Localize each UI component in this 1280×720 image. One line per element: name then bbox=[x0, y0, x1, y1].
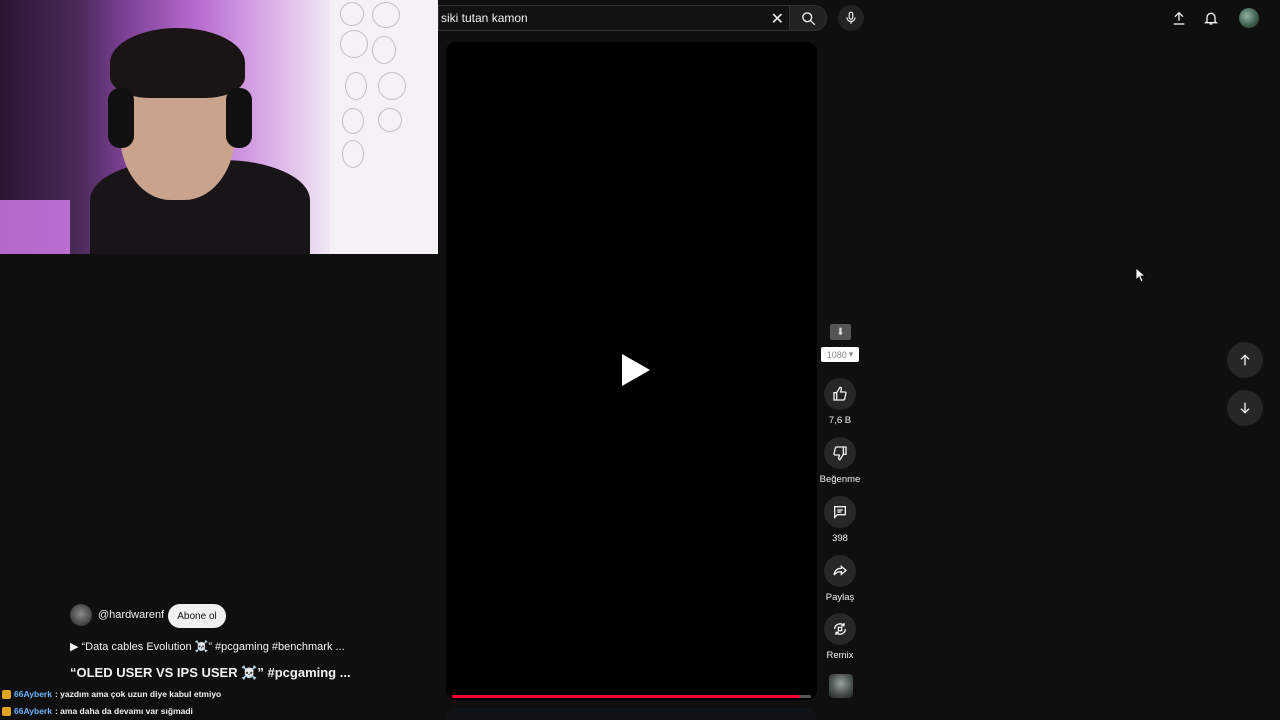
wall-sketch bbox=[372, 2, 400, 28]
previous-short-button[interactable] bbox=[1227, 342, 1263, 378]
dislike-circle[interactable] bbox=[824, 437, 856, 469]
thumbs-down-icon bbox=[833, 446, 847, 461]
quality-label: 1080 bbox=[826, 349, 847, 360]
arrow-down-icon bbox=[1240, 402, 1250, 414]
like-button[interactable]: 7,6 B bbox=[810, 378, 870, 426]
voice-search-button[interactable] bbox=[838, 5, 864, 31]
download-icon: ⬇ bbox=[836, 326, 845, 338]
wall-sketch bbox=[378, 108, 402, 132]
channel-avatar[interactable] bbox=[70, 604, 92, 626]
like-circle[interactable] bbox=[824, 378, 856, 410]
wall-sketch bbox=[345, 72, 367, 100]
wall-sketch bbox=[378, 72, 406, 100]
progress-bar[interactable] bbox=[452, 695, 811, 698]
microphone-icon bbox=[846, 11, 856, 24]
wall-sketch bbox=[340, 30, 368, 58]
upload-icon bbox=[1173, 11, 1185, 25]
search-input[interactable] bbox=[439, 10, 763, 26]
dislike-label: Beğenme bbox=[819, 474, 861, 485]
wall-sketch bbox=[340, 2, 364, 26]
comment-count: 398 bbox=[832, 533, 848, 544]
chat-badge-icon bbox=[2, 706, 11, 716]
mouse-cursor-icon bbox=[1136, 268, 1146, 283]
next-short-preview[interactable] bbox=[446, 708, 817, 720]
led-light bbox=[0, 200, 70, 254]
clear-search-icon[interactable]: ✕ bbox=[771, 9, 784, 29]
bell-icon bbox=[1204, 12, 1218, 25]
quality-select[interactable]: 1080 ▾ bbox=[821, 347, 859, 362]
dislike-button[interactable]: Beğenme bbox=[810, 437, 870, 485]
remix-circle[interactable] bbox=[824, 613, 856, 645]
progress-fill bbox=[452, 695, 801, 698]
next-short-button[interactable] bbox=[1227, 390, 1263, 426]
comment-icon bbox=[834, 506, 846, 519]
wall-sketch bbox=[342, 140, 364, 168]
remix-label: Remix bbox=[826, 650, 854, 661]
music-link[interactable]: ▶ “Data cables Evolution ☠️” #pcgaming #… bbox=[70, 640, 345, 653]
chat-text: : yazdım ama çok uzun diye kabul etmiyo bbox=[54, 689, 222, 699]
chat-username: 66Ayberk bbox=[14, 706, 52, 716]
headset-right bbox=[226, 88, 252, 148]
share-circle[interactable] bbox=[824, 555, 856, 587]
like-count: 7,6 B bbox=[828, 415, 852, 426]
webcam-overlay bbox=[0, 0, 438, 254]
search-button[interactable] bbox=[789, 5, 827, 31]
streamer-hair bbox=[110, 28, 245, 98]
arrow-up-icon bbox=[1240, 354, 1250, 366]
chat-username: 66Ayberk bbox=[14, 689, 52, 699]
headset-left bbox=[108, 88, 134, 148]
search-icon bbox=[801, 11, 815, 25]
chat-text: : ama daha da devamı var sığmadi bbox=[54, 706, 193, 716]
remix-button[interactable]: Remix bbox=[810, 613, 870, 661]
shorts-player[interactable] bbox=[446, 42, 817, 700]
share-icon bbox=[833, 564, 848, 576]
notifications-button[interactable] bbox=[1199, 6, 1223, 30]
account-avatar[interactable] bbox=[1239, 8, 1259, 28]
chevron-down-icon: ▾ bbox=[848, 349, 854, 359]
search-box[interactable]: ✕ bbox=[438, 5, 790, 31]
share-button[interactable]: Paylaş bbox=[810, 555, 870, 603]
chat-message: 66Ayberk : ama daha da devamı var sığmad… bbox=[2, 706, 193, 716]
wall-sketch bbox=[342, 108, 364, 134]
chat-badge-icon bbox=[2, 689, 11, 699]
thumbs-up-icon bbox=[833, 386, 847, 401]
subscribe-button[interactable]: Abone ol bbox=[168, 604, 226, 628]
chat-message: 66Ayberk : yazdım ama çok uzun diye kabu… bbox=[2, 689, 221, 699]
remix-icon bbox=[834, 623, 846, 635]
channel-thumbnail[interactable] bbox=[829, 674, 853, 698]
comments-button[interactable]: 398 bbox=[810, 496, 870, 544]
share-label: Paylaş bbox=[825, 592, 855, 603]
download-button[interactable]: ⬇ bbox=[830, 324, 851, 340]
comments-circle[interactable] bbox=[824, 496, 856, 528]
upload-button[interactable] bbox=[1167, 6, 1191, 30]
wall-sketch bbox=[372, 36, 396, 64]
video-title[interactable]: “OLED USER VS IPS USER ☠️” #pcgaming ... bbox=[70, 665, 351, 681]
channel-handle[interactable]: @hardwarenf bbox=[98, 609, 164, 621]
play-icon[interactable] bbox=[614, 350, 654, 390]
